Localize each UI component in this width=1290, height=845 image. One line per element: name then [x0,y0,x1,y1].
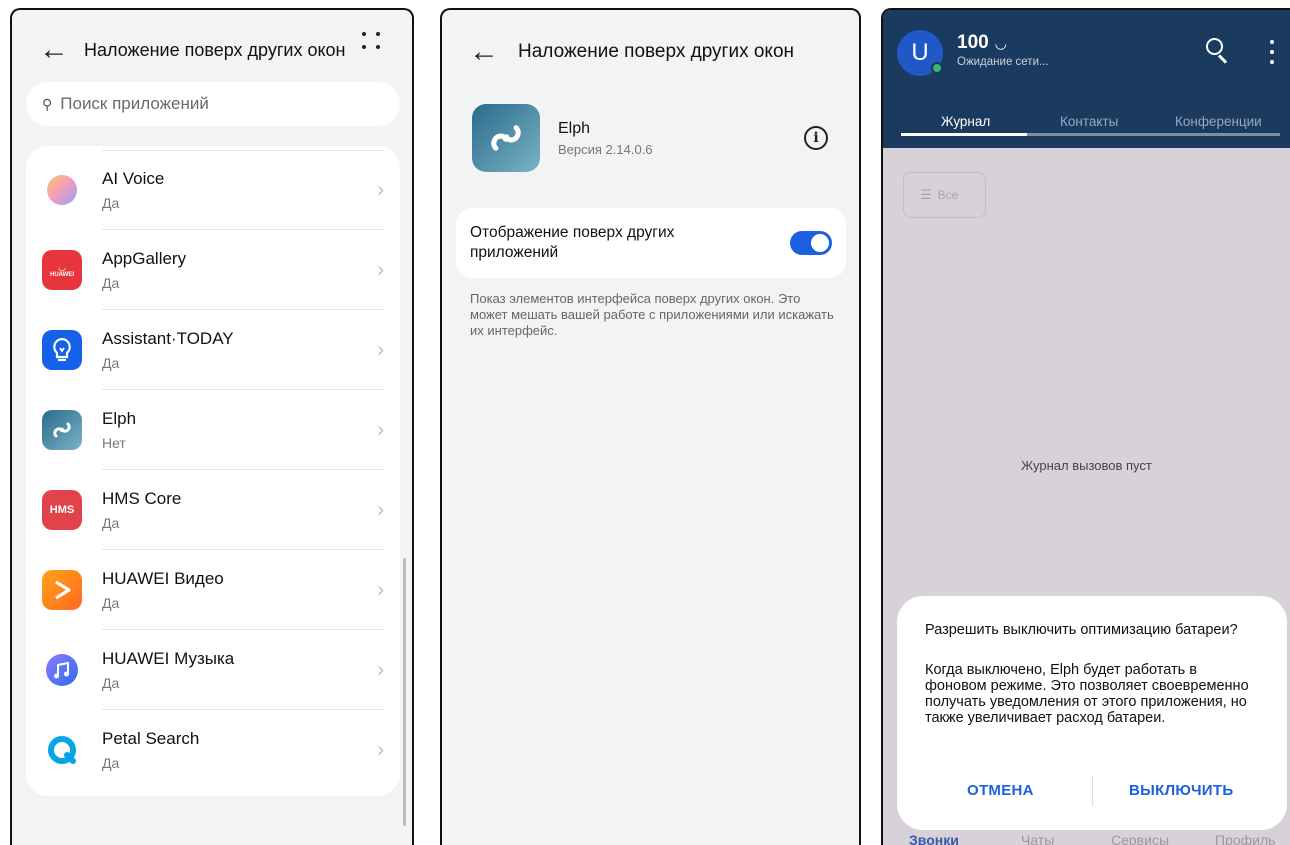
app-name: AppGallery [102,249,187,268]
app-status: Да [102,595,120,611]
setting-label: Отображение поверх других приложений [470,224,675,261]
app-status: Да [102,515,120,531]
list-item[interactable]: HUAWEI Видео Да › [26,550,400,630]
huawei-music-icon [42,650,82,690]
elph-icon [42,410,82,450]
dialog-title: Разрешить выключить оптимизацию батареи? [925,622,1238,638]
avatar[interactable]: U [897,30,943,76]
tab-journal[interactable]: Журнал [941,114,990,129]
app-status: Да [102,355,120,371]
filter-icon: ☰ [920,187,932,202]
more-vert-icon[interactable] [1270,40,1274,64]
avatar-letter: U [911,39,929,66]
list-item[interactable]: ◡ HUAWEI AppGallery Да › [26,230,400,310]
app-name: Elph [102,409,137,428]
tab-contacts[interactable]: Контакты [1060,114,1118,129]
list-item[interactable]: Elph Нет › [26,390,400,470]
app-status: Нет [102,435,126,451]
info-icon[interactable]: i [804,126,828,150]
tab-indicator [901,133,1280,136]
app-name: Petal Search [102,729,200,748]
cancel-button[interactable]: ОТМЕНА [967,782,1034,799]
nav-services[interactable]: Сервисы [1111,832,1169,845]
app-info: Elph Версия 2.14.0.6 i [472,104,832,174]
list-item[interactable]: HMS HMS Core Да › [26,470,400,550]
elph-icon [472,104,540,172]
page-title: Наложение поверх других окон [84,39,346,60]
nav-chats[interactable]: Чаты [1021,832,1054,845]
app-status: Да [102,755,120,771]
chevron-right-icon: › [377,738,384,761]
chevron-right-icon: › [377,178,384,201]
more-options-icon[interactable] [362,32,384,50]
nav-calls[interactable]: Звонки [909,832,959,845]
app-name: HMS Core [102,489,182,508]
header: ← Наложение поверх других окон [442,22,859,82]
chevron-right-icon: › [377,258,384,281]
search-icon: ⚲ [42,95,53,112]
search-bar[interactable]: ⚲ [26,82,400,126]
dialog-body: Когда выключено, Elph будет работать в ф… [925,662,1249,726]
chevron-right-icon: › [377,658,384,681]
hms-badge: HMS [49,504,75,516]
tab-conferences[interactable]: Конференции [1175,114,1262,129]
hms-core-icon: HMS [42,490,82,530]
setting-description: Показ элементов интерфейса поверх других… [470,291,834,338]
chevron-right-icon: › [377,498,384,521]
app-list: AI Voice Да › ◡ HUAWEI AppGallery Да › Ass… [26,146,400,796]
network-status: Ожидание сети... [957,56,1049,68]
loading-spinner-icon: ◡ [994,35,1007,51]
app-name: Assistant·TODAY [102,329,234,348]
list-item[interactable]: Assistant·TODAY Да › [26,310,400,390]
app-list-screen: ← Наложение поверх других окон ⚲ AI Voic… [10,8,414,845]
scrollbar[interactable] [403,558,406,826]
header: ← Наложение поверх других окон [12,20,412,80]
tab-bar: Журнал Контакты Конференции [883,106,1290,148]
list-item[interactable]: AI Voice Да › [26,150,400,230]
page-title: Наложение поверх других окон [518,41,795,62]
filter-label: Все [937,188,959,202]
chevron-right-icon: › [377,418,384,441]
disable-button[interactable]: ВЫКЛЮЧИТЬ [1129,782,1233,799]
back-arrow-icon[interactable]: ← [34,35,74,65]
search-input[interactable] [60,94,361,114]
app-name: HUAWEI Музыка [102,649,235,668]
app-status: Да [102,675,120,691]
search-icon[interactable] [1204,36,1232,64]
battery-optimization-dialog: Разрешить выключить оптимизацию батареи?… [897,596,1287,830]
assistant-today-icon [42,330,82,370]
app-status: Да [102,275,120,291]
app-permission-screen: ← Наложение поверх других окон Elph Верс… [440,8,861,845]
petal-search-icon [42,730,82,770]
back-arrow-icon[interactable]: ← [464,37,504,67]
chevron-right-icon: › [377,578,384,601]
balance: 100 ◡ [957,32,1007,54]
app-name: Elph [558,120,591,137]
nav-profile[interactable]: Профиль [1215,832,1275,845]
huawei-video-icon [42,570,82,610]
overlay-toggle[interactable] [790,231,832,255]
chevron-right-icon: › [377,338,384,361]
app-name: AI Voice [102,169,165,188]
appgallery-badge: HUAWEI [50,271,74,278]
app-status: Да [102,195,120,211]
list-item[interactable]: HUAWEI Музыка Да › [26,630,400,710]
appgallery-icon: ◡ HUAWEI [42,250,82,290]
top-bar: U 100 ◡ Ожидание сети... Журнал Контакты … [883,10,1290,148]
app-name: HUAWEI Видео [102,569,224,588]
app-version: Версия 2.14.0.6 [558,142,653,157]
empty-state: Журнал вызовов пуст [1021,458,1152,473]
list-item[interactable]: Petal Search Да › [26,710,400,790]
ai-voice-icon [42,170,82,210]
balance-value: 100 [957,32,989,53]
calls-screen: U 100 ◡ Ожидание сети... Журнал Контакты … [881,8,1290,845]
filter-button[interactable]: ☰ Все [903,172,986,218]
overlay-setting-row[interactable]: Отображение поверх других приложений [456,208,846,278]
online-status-dot [931,62,943,74]
